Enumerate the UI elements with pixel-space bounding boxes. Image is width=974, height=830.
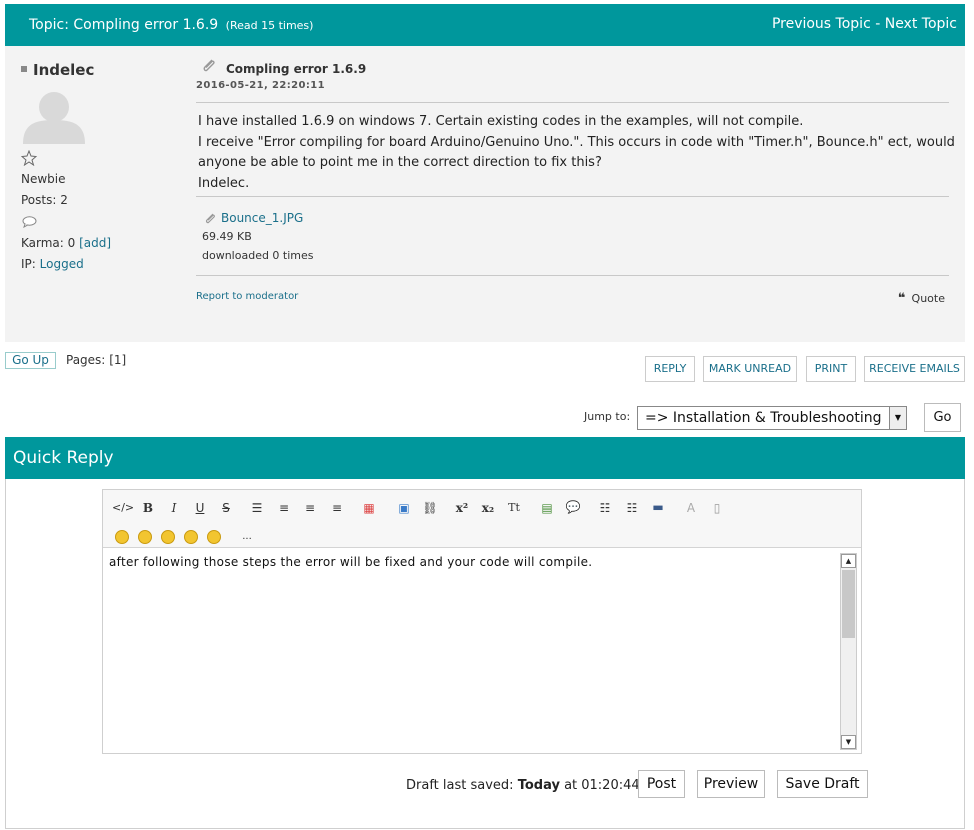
image-icon[interactable]: ▣: [394, 499, 414, 517]
italic-icon[interactable]: I: [164, 499, 184, 517]
attachment-link[interactable]: Bounce_1.JPG: [221, 211, 303, 225]
save-draft-button[interactable]: Save Draft: [777, 770, 868, 798]
draft-day: Today: [517, 778, 560, 793]
scrollbar-thumb[interactable]: [842, 570, 855, 638]
topic-title-text: Topic: Compling error 1.6.9: [29, 17, 219, 33]
nav-separator: -: [870, 16, 885, 32]
quick-reply-title: Quick Reply: [13, 448, 114, 468]
karma-label: Karma: 0: [21, 236, 76, 250]
scroll-down-icon[interactable]: ▼: [841, 735, 856, 749]
align-left-2-icon[interactable]: ≡: [274, 499, 294, 517]
dropdown-arrow-icon: ▼: [889, 407, 906, 429]
mark-unread-button[interactable]: MARK UNREAD: [703, 356, 797, 382]
teletype-icon[interactable]: Tt: [504, 499, 524, 517]
post-body-line: Indelec.: [198, 175, 250, 191]
superscript-icon[interactable]: x²: [452, 499, 472, 517]
post-container: Indelec Newbie Posts: 2 Karma: 0 [add] I…: [5, 46, 965, 342]
draft-status: Draft last saved: Today at 01:20:44: [406, 778, 640, 793]
poster-ip: IP: Logged: [21, 257, 84, 271]
topic-header-bar: Topic: Compling error 1.6.9 (Read 15 tim…: [5, 4, 965, 46]
quick-reply-header: Quick Reply: [5, 437, 965, 479]
post-body: I have installed 1.6.9 on windows 7. Cer…: [198, 112, 958, 194]
attachment-icon: [205, 213, 215, 224]
poster-karma: Karma: 0 [add]: [21, 236, 111, 250]
offline-indicator-icon: [21, 66, 27, 72]
reply-editor: </> B I U S ☰ ≡ ≡ ≡ ▦ ▣ ⛓ x² x₂ Tt ▤ 💬 ☷…: [102, 489, 862, 754]
remove-format-icon[interactable]: A: [681, 499, 701, 517]
post-title[interactable]: Compling error 1.6.9: [226, 62, 366, 76]
personal-message-icon[interactable]: [22, 216, 37, 228]
shocked-smiley-icon[interactable]: [184, 530, 198, 544]
attachment-download-count: downloaded 0 times: [202, 249, 314, 262]
ip-label: IP:: [21, 257, 36, 271]
draft-label: Draft last saved:: [406, 778, 514, 793]
poster-post-count: Posts: 2: [21, 193, 68, 207]
strikethrough-icon[interactable]: S: [216, 499, 236, 517]
scroll-up-icon[interactable]: ▲: [841, 554, 856, 568]
more-smileys-button[interactable]: ...: [237, 528, 257, 546]
post-body-line: I have installed 1.6.9 on windows 7. Cer…: [198, 114, 804, 129]
reply-textarea[interactable]: after following those steps the error wi…: [103, 549, 843, 753]
read-count: (Read 15 times): [225, 19, 314, 32]
rank-star-icon: [21, 150, 37, 166]
report-to-moderator-link[interactable]: Report to moderator: [196, 291, 298, 302]
wink-smiley-icon[interactable]: [161, 530, 175, 544]
ip-logged-link[interactable]: Logged: [40, 257, 84, 271]
default-avatar-icon: [23, 92, 85, 144]
jump-to-label: Jump to:: [584, 410, 631, 423]
color-icon[interactable]: ▦: [359, 499, 379, 517]
jump-to-selected: => Installation & Troubleshooting: [645, 410, 882, 426]
topic-title: Topic: Compling error 1.6.9 (Read 15 tim…: [29, 17, 313, 33]
receive-emails-button[interactable]: RECEIVE EMAILS: [864, 356, 965, 382]
pages-label: Pages:: [66, 353, 106, 367]
quote-icon: ❝: [897, 291, 906, 306]
pages-value: [1]: [109, 353, 127, 367]
poster-name-text: Indelec: [33, 61, 95, 79]
quote-label: Quote: [911, 292, 945, 305]
next-topic-link[interactable]: Next Topic: [885, 16, 957, 32]
numbered-list-icon[interactable]: ☷: [622, 499, 642, 517]
align-right-icon[interactable]: ≡: [327, 499, 347, 517]
grin-smiley-icon[interactable]: [207, 530, 221, 544]
quote-button[interactable]: ❝ Quote: [898, 291, 945, 306]
underline-icon[interactable]: U: [190, 499, 210, 517]
link-icon[interactable]: ⛓: [420, 499, 440, 517]
post-body-line: anyone be able to point me in the correc…: [198, 155, 602, 170]
post-body-line: I receive "Error compiling for board Ard…: [198, 134, 955, 150]
reply-button[interactable]: REPLY: [645, 356, 695, 382]
subscript-icon[interactable]: x₂: [478, 499, 498, 517]
paperclip-icon: [203, 59, 215, 72]
preview-button[interactable]: Preview: [697, 770, 765, 798]
align-center-icon[interactable]: ≡: [300, 499, 320, 517]
poster-name[interactable]: Indelec: [21, 61, 94, 79]
jump-to-select[interactable]: => Installation & Troubleshooting ▼: [637, 406, 907, 430]
align-left-icon[interactable]: ☰: [247, 499, 267, 517]
print-button[interactable]: PRINT: [806, 356, 856, 382]
jump-go-button[interactable]: Go: [924, 403, 961, 432]
pages-indicator: Pages: [1]: [66, 353, 126, 367]
bold-icon[interactable]: B: [138, 499, 158, 517]
textarea-scrollbar[interactable]: ▲ ▼: [840, 553, 857, 750]
angry-smiley-icon[interactable]: [138, 530, 152, 544]
karma-add-link[interactable]: [add]: [79, 236, 111, 250]
attachment-divider: [196, 196, 949, 197]
topic-nav: Previous Topic - Next Topic: [772, 16, 957, 32]
post-divider: [196, 102, 949, 103]
table-icon[interactable]: ▤: [537, 499, 557, 517]
poster-rank: Newbie: [21, 172, 66, 186]
footer-divider: [196, 275, 949, 276]
draft-time: at 01:20:44: [564, 778, 640, 793]
post-date: 2016-05-21, 22:20:11: [196, 80, 325, 91]
bullet-list-icon[interactable]: ☷: [595, 499, 615, 517]
attachment-size: 69.49 KB: [202, 230, 252, 243]
smiley-icon[interactable]: [115, 530, 129, 544]
go-up-button[interactable]: Go Up: [5, 352, 56, 369]
post-button[interactable]: Post: [638, 770, 685, 798]
editor-toolbar: </> B I U S ☰ ≡ ≡ ≡ ▦ ▣ ⛓ x² x₂ Tt ▤ 💬 ☷…: [103, 490, 861, 548]
code-icon[interactable]: </>: [112, 499, 134, 517]
horizontal-rule-icon[interactable]: ▬: [648, 498, 668, 516]
quote-icon[interactable]: 💬: [563, 498, 583, 516]
source-icon[interactable]: ▯: [707, 499, 727, 517]
previous-topic-link[interactable]: Previous Topic: [772, 16, 871, 32]
